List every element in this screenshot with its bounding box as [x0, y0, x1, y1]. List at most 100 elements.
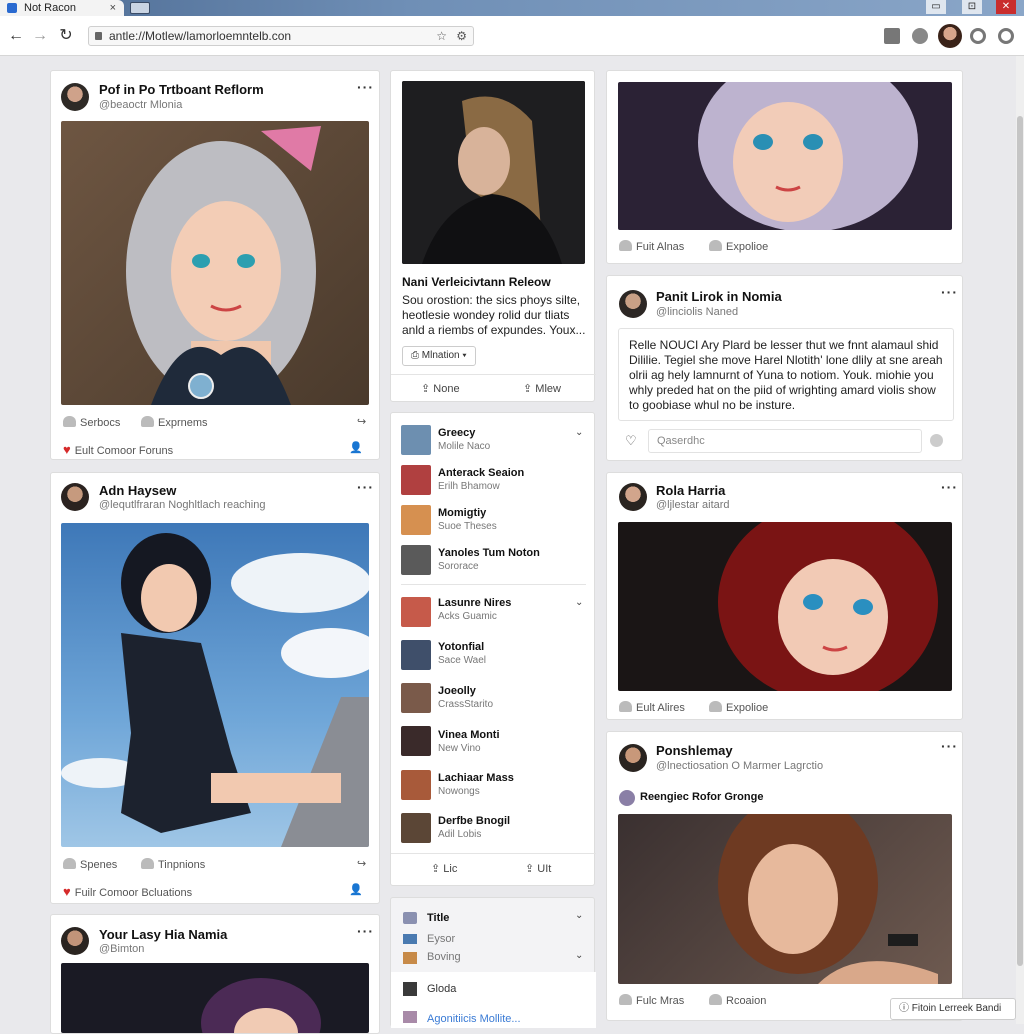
more-options-icon[interactable]: ··· — [941, 284, 958, 300]
article-image[interactable] — [402, 81, 585, 264]
post-image[interactable] — [618, 82, 952, 230]
settings-icon[interactable] — [970, 28, 986, 44]
action-serbocs[interactable]: Serbocs — [63, 416, 120, 429]
post-footer[interactable]: ♥ Eult Comoor Foruns — [63, 442, 173, 457]
history-icon[interactable] — [912, 28, 928, 44]
menu-title[interactable]: Title — [427, 912, 449, 924]
page-scrollbar[interactable] — [1016, 56, 1024, 1024]
person-avatar[interactable] — [401, 597, 431, 627]
bookmark-star-icon[interactable]: ☆ — [436, 27, 447, 45]
post-handle[interactable]: @linciolis Naned — [656, 306, 738, 318]
add-user-icon[interactable]: 👤 — [349, 441, 363, 454]
reload-button[interactable]: ↻ — [56, 26, 76, 46]
person-name[interactable]: Lasunre Nires — [438, 597, 511, 609]
heart-outline-icon[interactable]: ♡ — [625, 433, 637, 449]
person-avatar[interactable] — [401, 726, 431, 756]
forward-button[interactable]: → — [30, 26, 50, 46]
group-name[interactable]: Reengiec Rofor Gronge — [640, 791, 763, 803]
tab-active[interactable]: Not Racon × — [0, 0, 124, 16]
action-spenes[interactable]: Spenes — [63, 858, 117, 871]
person-avatar[interactable] — [401, 640, 431, 670]
action-eult-alires[interactable]: Eult Alires — [619, 701, 685, 714]
avatar[interactable] — [61, 927, 89, 955]
person-avatar[interactable] — [401, 545, 431, 575]
action-expolioe[interactable]: Expolioe — [709, 701, 768, 714]
toast-notification[interactable]: ⓘ Fitoin Lerreek Bandi — [890, 998, 1016, 1020]
person-avatar[interactable] — [401, 683, 431, 713]
person-name[interactable]: Greecy — [438, 427, 475, 439]
home-icon[interactable] — [884, 28, 900, 44]
back-button[interactable]: ← — [6, 26, 26, 46]
person-avatar[interactable] — [401, 465, 431, 495]
menu-item[interactable]: Eysor — [427, 933, 455, 945]
post-image[interactable] — [61, 523, 369, 847]
list-left-button[interactable]: ⇪ Lic — [431, 862, 457, 875]
person-name[interactable]: Lachiaar Mass — [438, 772, 514, 784]
action-expolioe[interactable]: Expolioe — [709, 240, 768, 253]
menu-item[interactable]: Gloda — [427, 983, 456, 995]
post-image[interactable] — [618, 522, 952, 691]
emoji-icon[interactable] — [930, 434, 943, 447]
new-tab-button[interactable] — [130, 2, 150, 14]
avatar[interactable] — [619, 744, 647, 772]
list-right-button[interactable]: ⇪ UIt — [525, 862, 551, 875]
avatar[interactable] — [61, 483, 89, 511]
post-title[interactable]: Pof in Po Trtboant Reflorm — [99, 82, 264, 97]
share-icon[interactable]: ↪ — [357, 857, 366, 870]
action-rcoaion[interactable]: Rcoaion — [709, 994, 766, 1007]
post-image[interactable] — [61, 963, 369, 1033]
post-title[interactable]: Rola Harria — [656, 483, 725, 498]
person-name[interactable]: Momigtiy — [438, 507, 486, 519]
more-options-icon[interactable]: ··· — [941, 479, 958, 495]
post-handle[interactable]: @lequtlfraran Noghltlach reaching — [99, 499, 265, 511]
tab-close-icon[interactable]: × — [110, 0, 116, 16]
article-left-button[interactable]: ⇪ None — [421, 382, 460, 395]
action-exprnems[interactable]: Exprnems — [141, 416, 208, 429]
chevron-down-icon[interactable]: ⌄ — [575, 910, 583, 921]
more-options-icon[interactable]: ··· — [357, 923, 374, 939]
post-title[interactable]: Ponshlemay — [656, 743, 733, 758]
avatar[interactable] — [619, 290, 647, 318]
post-title[interactable]: Adn Haysew — [99, 483, 176, 498]
post-image[interactable] — [61, 121, 369, 405]
maximize-button[interactable]: ⊡ — [962, 0, 982, 14]
person-name[interactable]: Yotonfial — [438, 641, 484, 653]
person-avatar[interactable] — [401, 505, 431, 535]
avatar[interactable] — [619, 483, 647, 511]
post-title[interactable]: Your Lasy Hia Namia — [99, 927, 227, 942]
add-user-icon[interactable]: 👤 — [349, 883, 363, 896]
post-handle[interactable]: @ljlestar aitard — [656, 499, 730, 511]
person-name[interactable]: Joeolly — [438, 685, 476, 697]
profile-avatar[interactable] — [938, 24, 962, 48]
person-avatar[interactable] — [401, 770, 431, 800]
chevron-down-icon[interactable]: ⌄ — [575, 950, 583, 961]
post-handle[interactable]: @beaoctr Mlonia — [99, 99, 182, 111]
post-handle[interactable]: @lnectiosation O Marmer Lagrctio — [656, 760, 823, 772]
article-right-button[interactable]: ⇪ Mlew — [523, 382, 561, 395]
person-name[interactable]: Yanoles Tum Noton — [438, 547, 540, 559]
scrollbar-thumb[interactable] — [1017, 116, 1023, 966]
action-fuit-alnas[interactable]: Fuit Alnas — [619, 240, 684, 253]
close-window-button[interactable]: ✕ — [996, 0, 1016, 14]
more-options-icon[interactable]: ··· — [357, 79, 374, 95]
minimize-button[interactable]: ▭ — [926, 0, 946, 14]
person-avatar[interactable] — [401, 425, 431, 455]
person-name[interactable]: Vinea Monti — [438, 729, 500, 741]
action-fulc-mras[interactable]: Fulc Mras — [619, 994, 684, 1007]
extension-icon[interactable]: ⚙ — [456, 27, 467, 45]
tag-button[interactable]: ⎙ Mlnation ▾ — [402, 346, 476, 366]
post-footer[interactable]: ♥ Fuilr Comoor Bcluations — [63, 884, 192, 899]
menu-item[interactable]: Boving — [427, 951, 461, 963]
person-avatar[interactable] — [401, 813, 431, 843]
chevron-down-icon[interactable]: ⌄ — [575, 597, 583, 608]
post-title[interactable]: Panit Lirok in Nomia — [656, 289, 782, 304]
more-options-icon[interactable]: ··· — [357, 479, 374, 495]
share-icon[interactable]: ↪ — [357, 415, 366, 428]
address-bar[interactable]: antle://Motlew/lamorloemntelb.con ☆ ⚙ — [88, 26, 474, 46]
article-title[interactable]: Nani Verleicivtann Releow — [402, 275, 551, 289]
post-handle[interactable]: @Bimton — [99, 943, 144, 955]
menu-link[interactable]: Agonitiicis Mollite... — [427, 1013, 521, 1025]
action-tinpnions[interactable]: Tinpnions — [141, 858, 205, 871]
menu-icon[interactable] — [998, 28, 1014, 44]
avatar[interactable] — [61, 83, 89, 111]
